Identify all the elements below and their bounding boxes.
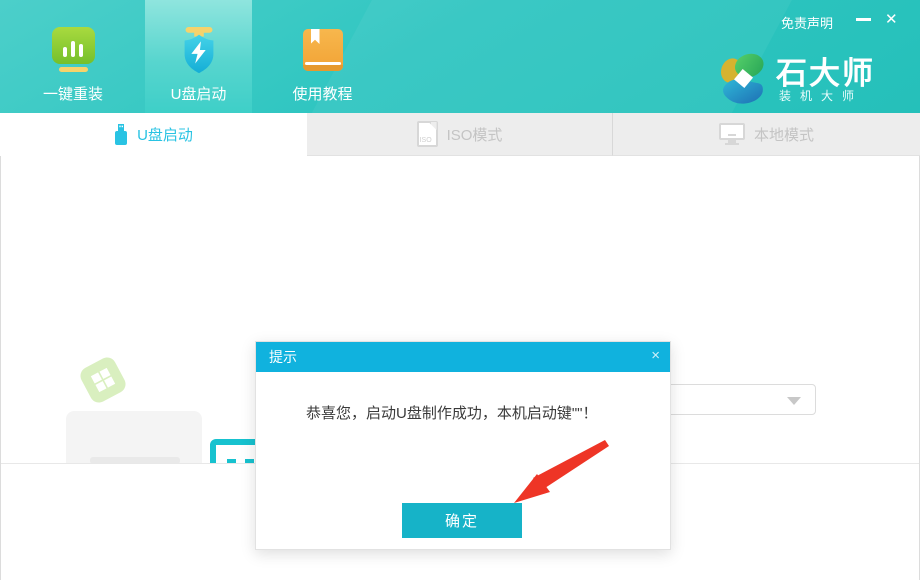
bar-chart-icon	[52, 27, 95, 75]
shield-lightning-icon	[176, 27, 222, 75]
main-panel: 开始制作 小贴士: 如果不知道怎么配置，使用默认配置即可 提示 × 恭喜您，启动…	[0, 156, 920, 463]
disclaimer-link[interactable]: 免责声明	[781, 13, 833, 32]
nav-tab-tutorial[interactable]: 使用教程	[272, 0, 373, 113]
mode-tab-label: U盘启动	[137, 124, 193, 145]
dialog-close-icon[interactable]: ×	[651, 342, 660, 370]
brand-tagline: 装机大师	[779, 87, 863, 104]
dialog-title: 提示	[269, 342, 297, 372]
dialog-ok-button[interactable]: 确定	[402, 503, 522, 538]
mode-tab-local[interactable]: 本地模式	[613, 113, 920, 156]
dialog-titlebar	[256, 342, 670, 372]
book-icon	[303, 27, 343, 75]
nav-tab-one-click-reinstall[interactable]: 一键重装	[24, 0, 122, 113]
brand-logo: 石大师 装机大师	[718, 50, 908, 106]
mode-tab-label: ISO模式	[447, 124, 503, 145]
red-annotation-arrow	[505, 436, 610, 508]
dialog-ok-label: 确定	[445, 510, 479, 531]
minimize-icon[interactable]	[856, 18, 871, 21]
close-icon[interactable]: ✕	[885, 10, 898, 28]
nav-tab-usb-boot[interactable]: U盘启动	[145, 0, 252, 113]
usb-drive-icon	[114, 124, 128, 146]
monitor-icon	[719, 123, 745, 145]
windows-tile-illustration	[77, 354, 128, 405]
app-window: 一键重装 U盘启动 使用教程 免责声明	[0, 0, 920, 580]
brand-swirl-icon	[718, 52, 768, 106]
nav-tab-label: 使用教程	[292, 83, 352, 104]
mode-tab-bar: U盘启动 ISO ISO模式 本地模式	[0, 113, 920, 156]
chevron-down-icon	[787, 397, 801, 405]
nav-tab-label: U盘启动	[171, 83, 227, 104]
nav-tab-label: 一键重装	[43, 83, 103, 104]
header-bar: 一键重装 U盘启动 使用教程 免责声明	[0, 0, 920, 113]
mode-tab-iso[interactable]: ISO ISO模式	[307, 113, 613, 156]
mode-tab-usb-boot[interactable]: U盘启动	[0, 113, 307, 156]
dialog-message: 恭喜您，启动U盘制作成功，本机启动键""！	[306, 402, 597, 423]
mode-tab-label: 本地模式	[754, 124, 814, 145]
iso-file-icon: ISO	[417, 121, 438, 147]
